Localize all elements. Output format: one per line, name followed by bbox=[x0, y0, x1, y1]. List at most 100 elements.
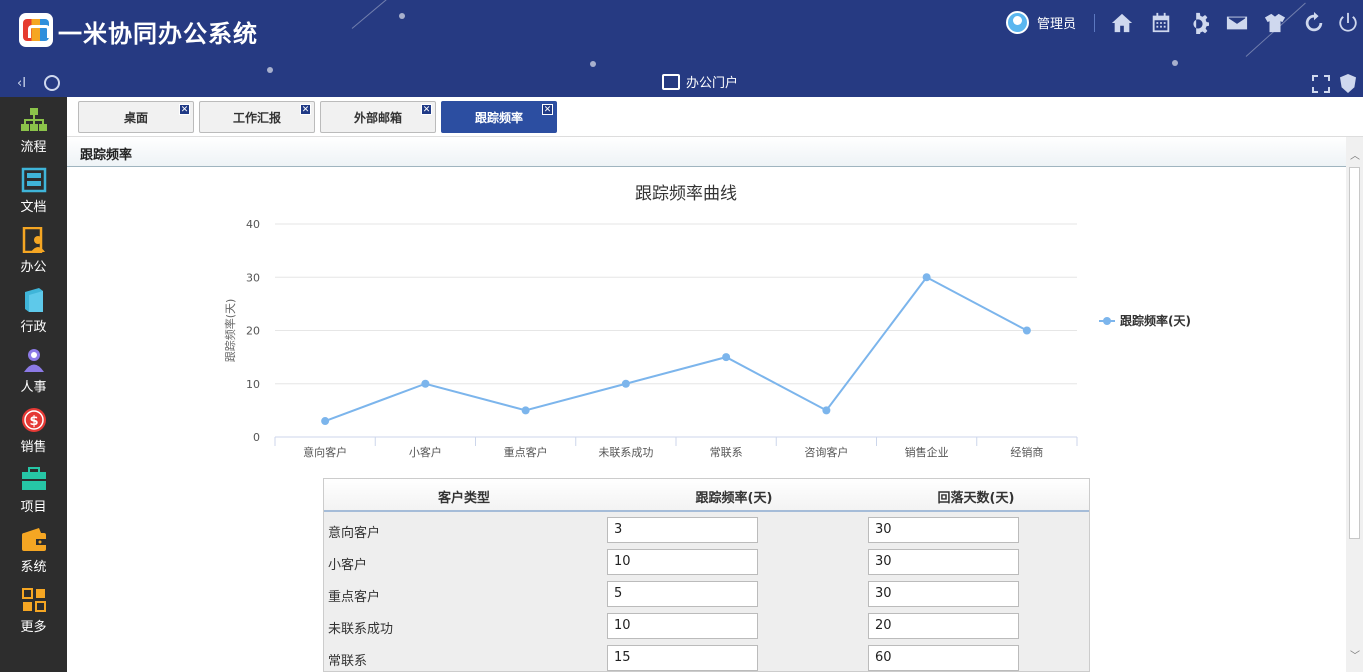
power-icon[interactable] bbox=[1336, 12, 1360, 34]
close-icon[interactable]: ✕ bbox=[421, 104, 432, 115]
frequency-input[interactable]: 3 bbox=[607, 517, 758, 543]
office-icon bbox=[21, 226, 47, 254]
shirt-icon[interactable] bbox=[1263, 12, 1287, 34]
column-header-frequency: 跟踪频率(天) bbox=[695, 491, 773, 506]
app-logo bbox=[19, 13, 53, 47]
calendar-icon[interactable] bbox=[1149, 12, 1173, 34]
fallback-days-input[interactable]: 60 bbox=[868, 645, 1019, 671]
table-row: 小客户 10 30 bbox=[324, 546, 1089, 578]
vertical-scrollbar[interactable]: ︿ ﹀ bbox=[1346, 137, 1363, 672]
frequency-input[interactable]: 10 bbox=[607, 613, 758, 639]
frequency-input[interactable]: 15 bbox=[607, 645, 758, 671]
sidebar-item-hr[interactable]: 人事 bbox=[0, 337, 67, 397]
frequency-input[interactable]: 10 bbox=[607, 549, 758, 575]
y-tick-label: 30 bbox=[246, 271, 260, 284]
home-icon[interactable] bbox=[1110, 12, 1134, 34]
sidebar-item-label: 流程 bbox=[20, 140, 47, 155]
content-header: 跟踪频率 bbox=[67, 137, 1346, 167]
shield-icon[interactable] bbox=[1340, 74, 1356, 93]
sidebar-item-document[interactable]: 文档 bbox=[0, 157, 67, 217]
person-icon bbox=[21, 347, 47, 373]
sidebar-item-label: 销售 bbox=[20, 440, 47, 455]
tab-label: 工作汇报 bbox=[232, 110, 281, 125]
close-icon[interactable]: ✕ bbox=[542, 104, 553, 115]
portal-link[interactable]: 办公门户 bbox=[662, 72, 738, 91]
sidebar-item-flow[interactable]: 流程 bbox=[0, 97, 67, 157]
app-header: 一米协同办公系统 管理员 ‹I 办公门户 bbox=[0, 0, 1363, 97]
svg-text:$: $ bbox=[29, 414, 38, 429]
scroll-thumb[interactable] bbox=[1349, 167, 1360, 539]
close-icon[interactable]: ✕ bbox=[179, 104, 190, 115]
project-icon bbox=[21, 467, 47, 493]
header-divider bbox=[1094, 14, 1095, 32]
x-tick-label: 常联系 bbox=[710, 446, 743, 459]
fallback-days-input[interactable]: 30 bbox=[868, 549, 1019, 575]
header-decoration bbox=[1172, 60, 1178, 66]
sidebar-item-label: 系统 bbox=[20, 560, 47, 575]
tracking-frequency-chart: 跟踪频率曲线 0 10 20 30 40 跟踪频率(天) 意向客户 小客户 重点客户 未联系成功 常联… bbox=[223, 184, 1191, 459]
app-title: 一米协同办公系统 bbox=[58, 20, 258, 48]
data-point bbox=[321, 417, 330, 426]
portal-label: 办公门户 bbox=[686, 76, 739, 91]
fallback-days-input[interactable]: 30 bbox=[868, 581, 1019, 607]
tab-tracking-frequency[interactable]: 跟踪频率 ✕ bbox=[441, 101, 557, 133]
x-tick-label: 销售企业 bbox=[905, 445, 949, 459]
close-icon[interactable]: ✕ bbox=[300, 104, 311, 115]
tab-desktop[interactable]: 桌面 ✕ bbox=[78, 101, 194, 133]
customer-type: 重点客户 bbox=[328, 590, 381, 605]
x-tick-label: 咨询客户 bbox=[804, 445, 848, 459]
header-decoration bbox=[267, 67, 273, 73]
sidebar-item-label: 办公 bbox=[20, 260, 47, 275]
qrcode-icon[interactable] bbox=[1312, 75, 1330, 93]
frequency-table: 客户类型 跟踪频率(天) 回落天数(天) 意向客户 3 30 小客户 10 30… bbox=[323, 478, 1090, 672]
fallback-days-input[interactable]: 30 bbox=[868, 517, 1019, 543]
x-tick-label: 未联系成功 bbox=[598, 446, 653, 459]
sidebar-item-sales[interactable]: $ 销售 bbox=[0, 397, 67, 457]
scroll-down-icon[interactable]: ﹀ bbox=[1350, 647, 1360, 662]
sidebar-item-office[interactable]: 办公 bbox=[0, 217, 67, 277]
tab-label: 外部邮箱 bbox=[353, 110, 402, 125]
sidebar-item-label: 文档 bbox=[20, 200, 47, 215]
table-row: 常联系 15 60 bbox=[324, 642, 1089, 671]
customer-type: 小客户 bbox=[328, 558, 368, 573]
sidebar-item-system[interactable]: 系统 bbox=[0, 517, 67, 577]
y-axis-label: 跟踪频率(天) bbox=[223, 299, 237, 363]
tab-work-report[interactable]: 工作汇报 ✕ bbox=[199, 101, 315, 133]
wallet-icon bbox=[21, 527, 47, 553]
series-line bbox=[324, 275, 1028, 422]
frequency-input[interactable]: 5 bbox=[607, 581, 758, 607]
header-decoration bbox=[399, 13, 405, 19]
data-point bbox=[822, 406, 831, 415]
sidebar-item-label: 行政 bbox=[20, 320, 47, 335]
data-point bbox=[421, 379, 430, 388]
monitor-icon bbox=[662, 73, 680, 90]
chart-title: 跟踪频率曲线 bbox=[635, 184, 737, 204]
tab-external-mail[interactable]: 外部邮箱 ✕ bbox=[320, 101, 436, 133]
fallback-days-input[interactable]: 20 bbox=[868, 613, 1019, 639]
user-profile-icon[interactable] bbox=[44, 75, 60, 91]
admin-icon bbox=[21, 287, 47, 313]
sidebar-item-admin[interactable]: 行政 bbox=[0, 277, 67, 337]
tab-label: 跟踪频率 bbox=[474, 110, 523, 125]
refresh-icon[interactable] bbox=[1302, 12, 1326, 34]
user-name: 管理员 bbox=[1037, 17, 1077, 32]
customer-type: 未联系成功 bbox=[328, 622, 394, 637]
data-point bbox=[1022, 326, 1031, 335]
mail-icon[interactable] bbox=[1225, 12, 1249, 34]
y-tick-label: 40 bbox=[246, 218, 260, 231]
table-row: 意向客户 3 30 bbox=[324, 514, 1089, 546]
data-point bbox=[722, 353, 731, 362]
sidebar-item-more[interactable]: 更多 bbox=[0, 577, 67, 637]
table-row: 未联系成功 10 20 bbox=[324, 610, 1089, 642]
column-header-fallback: 回落天数(天) bbox=[937, 491, 1015, 506]
grid-icon bbox=[21, 587, 47, 613]
user-menu[interactable]: 管理员 bbox=[1006, 11, 1076, 34]
sidebar-collapse-button[interactable]: ‹I bbox=[17, 76, 26, 91]
gear-icon[interactable] bbox=[1186, 12, 1210, 34]
y-tick-label: 20 bbox=[246, 325, 260, 338]
sidebar-item-project[interactable]: 项目 bbox=[0, 457, 67, 517]
data-point bbox=[922, 273, 931, 282]
y-tick-label: 10 bbox=[246, 378, 260, 391]
dollar-icon: $ bbox=[21, 407, 47, 433]
scroll-up-icon[interactable]: ︿ bbox=[1350, 147, 1360, 162]
